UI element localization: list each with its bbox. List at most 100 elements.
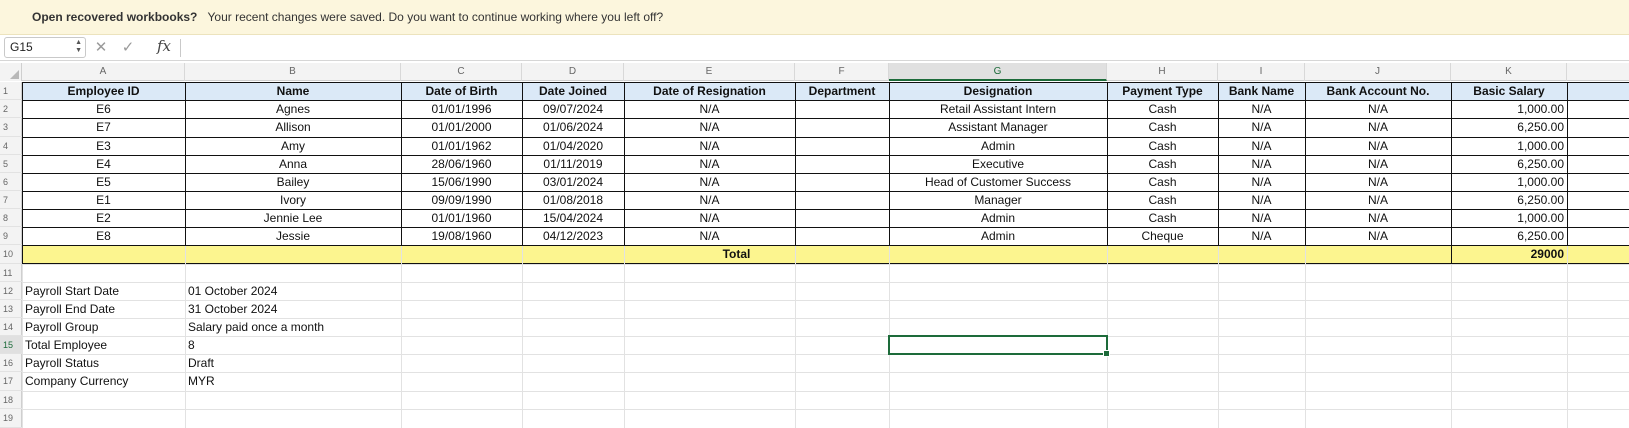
table-cell[interactable]: N/A [625, 227, 794, 245]
checkmark-icon[interactable]: ✓ [120, 38, 136, 56]
table-cell[interactable]: Allison [186, 118, 400, 137]
table-cell[interactable]: 1,000.00 [1452, 209, 1566, 227]
table-cell[interactable]: Jessie [186, 227, 400, 245]
table-cell[interactable] [796, 209, 888, 227]
row-header-9[interactable]: 9 [0, 227, 22, 245]
table-cell[interactable]: Admin [890, 137, 1106, 155]
table-cell[interactable]: Executive [890, 155, 1106, 173]
column-header-k[interactable]: K [1451, 63, 1567, 81]
summary-value[interactable]: 8 [186, 336, 521, 354]
table-cell[interactable]: 01/11/2019 [523, 155, 623, 173]
table-cell[interactable] [796, 137, 888, 155]
table-cell[interactable]: Cash [1108, 100, 1217, 118]
table-cell[interactable]: 09/07/2024 [523, 100, 623, 118]
table-cell[interactable]: 01/04/2020 [523, 137, 623, 155]
sheet-grid[interactable]: Employee ID Name Date of Birth Date Joined D… [22, 82, 1629, 428]
table-cell[interactable]: Bailey [186, 173, 400, 191]
table-cell[interactable]: Cash [1108, 118, 1217, 137]
active-cell-selection[interactable] [888, 335, 1110, 357]
summary-label[interactable]: Total Employee [23, 336, 184, 354]
table-cell[interactable]: 01/01/1962 [402, 137, 521, 155]
table-cell[interactable]: N/A [1219, 227, 1304, 245]
table-cell[interactable]: N/A [1219, 155, 1304, 173]
fx-icon[interactable]: fx [157, 37, 171, 55]
column-header-f[interactable]: F [795, 63, 889, 81]
table-cell[interactable] [796, 155, 888, 173]
table-header-cell[interactable]: Date of Birth [402, 82, 521, 100]
row-header-8[interactable]: 8 [0, 209, 22, 227]
table-cell[interactable]: E6 [23, 100, 184, 118]
row-header-15[interactable]: 15 [0, 336, 22, 354]
table-header-cell[interactable]: Date Joined [523, 82, 623, 100]
table-cell[interactable]: Head of Customer Success [890, 173, 1106, 191]
table-cell[interactable]: N/A [1306, 191, 1450, 209]
row-header-5[interactable]: 5 [0, 155, 22, 173]
table-cell[interactable]: 04/12/2023 [523, 227, 623, 245]
table-cell[interactable]: 1,000.00 [1452, 137, 1566, 155]
row-header-16[interactable]: 16 [0, 354, 22, 372]
table-cell[interactable]: 6,250.00 [1452, 227, 1566, 245]
row-header-4[interactable]: 4 [0, 137, 22, 155]
row-header-2[interactable]: 2 [0, 100, 22, 118]
name-box[interactable]: G15 ▲ ▼ [4, 37, 86, 58]
table-cell[interactable]: Anna [186, 155, 400, 173]
table-cell[interactable]: N/A [1219, 100, 1304, 118]
table-cell[interactable]: N/A [625, 191, 794, 209]
row-header-10[interactable]: 10 [0, 245, 22, 264]
table-cell[interactable]: E3 [23, 137, 184, 155]
row-header-13[interactable]: 13 [0, 300, 22, 318]
table-cell[interactable]: 6,250.00 [1452, 118, 1566, 137]
table-cell[interactable]: 01/01/2000 [402, 118, 521, 137]
table-cell[interactable]: Ivory [186, 191, 400, 209]
table-cell[interactable]: Cheque [1108, 227, 1217, 245]
table-cell[interactable] [796, 191, 888, 209]
column-header-a[interactable]: A [22, 63, 185, 81]
table-cell[interactable]: E2 [23, 209, 184, 227]
table-cell[interactable]: E8 [23, 227, 184, 245]
table-cell[interactable]: 19/08/1960 [402, 227, 521, 245]
table-cell[interactable]: Amy [186, 137, 400, 155]
table-cell[interactable]: 03/01/2024 [523, 173, 623, 191]
table-cell[interactable]: N/A [625, 209, 794, 227]
column-header-j[interactable]: J [1305, 63, 1451, 81]
table-cell[interactable]: N/A [1306, 155, 1450, 173]
table-cell[interactable]: 1,000.00 [1452, 100, 1566, 118]
table-cell[interactable]: N/A [1306, 209, 1450, 227]
table-cell[interactable]: 1,000.00 [1452, 173, 1566, 191]
summary-label[interactable]: Company Currency [23, 372, 184, 391]
table-cell[interactable]: N/A [1219, 173, 1304, 191]
table-cell[interactable]: Cash [1108, 191, 1217, 209]
column-header-i[interactable]: I [1218, 63, 1305, 81]
row-header-7[interactable]: 7 [0, 191, 22, 209]
table-cell[interactable]: N/A [1306, 227, 1450, 245]
row-header-1[interactable]: 1 [0, 82, 22, 100]
table-cell[interactable]: N/A [1306, 100, 1450, 118]
summary-value[interactable]: 31 October 2024 [186, 300, 521, 318]
table-cell[interactable]: N/A [625, 118, 794, 137]
table-cell[interactable]: N/A [1219, 191, 1304, 209]
row-header-12[interactable]: 12 [0, 282, 22, 300]
summary-label[interactable]: Payroll Status [23, 354, 184, 372]
total-label[interactable]: Total [23, 245, 1450, 264]
table-cell[interactable]: N/A [1219, 118, 1304, 137]
summary-label[interactable]: Payroll Group [23, 318, 184, 336]
table-cell[interactable]: E4 [23, 155, 184, 173]
table-cell[interactable]: 6,250.00 [1452, 155, 1566, 173]
table-cell[interactable]: 6,250.00 [1452, 191, 1566, 209]
table-cell[interactable] [796, 118, 888, 137]
table-cell[interactable] [796, 100, 888, 118]
table-cell[interactable]: Agnes [186, 100, 400, 118]
column-header-c[interactable]: C [401, 63, 522, 81]
table-cell[interactable]: Cash [1108, 137, 1217, 155]
table-cell[interactable]: 28/06/1960 [402, 155, 521, 173]
column-header-d[interactable]: D [522, 63, 624, 81]
column-header-g[interactable]: G [889, 63, 1107, 81]
table-header-cell[interactable]: Payment Type [1108, 82, 1217, 100]
row-header-11[interactable]: 11 [0, 264, 22, 282]
select-all-button[interactable] [0, 63, 22, 81]
table-header-cell[interactable]: Date of Resignation [625, 82, 794, 100]
row-header-18[interactable]: 18 [0, 391, 22, 409]
summary-value[interactable]: MYR [186, 372, 521, 391]
column-header-h[interactable]: H [1107, 63, 1218, 81]
table-cell[interactable]: Manager [890, 191, 1106, 209]
